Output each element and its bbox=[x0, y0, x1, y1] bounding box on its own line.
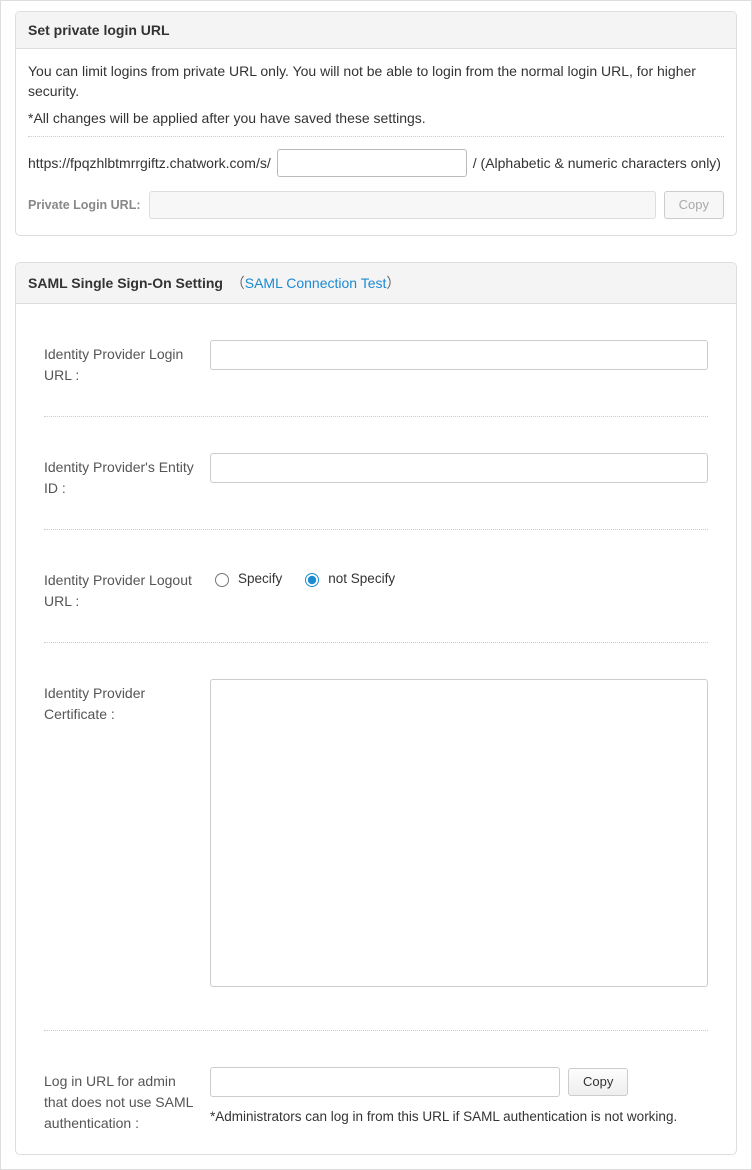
divider bbox=[28, 136, 724, 137]
private-login-url-output bbox=[149, 191, 656, 219]
admin-login-note: *Administrators can log in from this URL… bbox=[210, 1107, 708, 1127]
idp-logout-url-label: Identity Provider Logout URL : bbox=[44, 566, 194, 612]
private-login-url-panel: Set private login URL You can limit logi… bbox=[15, 11, 737, 236]
not-specify-radio-label[interactable]: not Specify bbox=[300, 570, 395, 587]
idp-certificate-label: Identity Provider Certificate : bbox=[44, 679, 194, 725]
idp-login-url-input[interactable] bbox=[210, 340, 708, 370]
logout-url-radio-group: Specify not Specify bbox=[210, 566, 708, 587]
close-paren: ） bbox=[386, 275, 400, 291]
open-paren: （ bbox=[231, 275, 245, 291]
admin-url-input-row: Copy bbox=[210, 1067, 708, 1097]
private-login-description: You can limit logins from private URL on… bbox=[28, 61, 724, 102]
copy-admin-url-button[interactable]: Copy bbox=[568, 1068, 628, 1096]
idp-entity-id-label: Identity Provider's Entity ID : bbox=[44, 453, 194, 499]
saml-connection-test-link[interactable]: SAML Connection Test bbox=[245, 275, 387, 291]
private-login-url-label: Private Login URL: bbox=[28, 198, 141, 212]
copy-private-url-button: Copy bbox=[664, 191, 724, 219]
idp-logout-url-row: Identity Provider Logout URL : Specify n… bbox=[44, 558, 708, 643]
admin-login-url-input[interactable] bbox=[210, 1067, 560, 1097]
url-slug-row: https://fpqzhlbtmrrgiftz.chatwork.com/s/… bbox=[28, 149, 724, 177]
not-specify-radio[interactable] bbox=[305, 573, 319, 587]
idp-login-url-row: Identity Provider Login URL : bbox=[44, 332, 708, 417]
idp-entity-id-row: Identity Provider's Entity ID : bbox=[44, 445, 708, 530]
url-slug-input[interactable] bbox=[277, 149, 467, 177]
admin-login-url-label: Log in URL for admin that does not use S… bbox=[44, 1067, 194, 1134]
private-login-url-title: Set private login URL bbox=[16, 12, 736, 49]
specify-text: Specify bbox=[238, 571, 282, 586]
saml-sso-title: SAML Single Sign-On Setting bbox=[28, 275, 223, 291]
saml-sso-header: SAML Single Sign-On Setting （SAML Connec… bbox=[16, 263, 736, 304]
not-specify-text: not Specify bbox=[328, 571, 395, 586]
specify-radio[interactable] bbox=[215, 573, 229, 587]
admin-login-url-row: Log in URL for admin that does not use S… bbox=[44, 1059, 708, 1144]
idp-login-url-label: Identity Provider Login URL : bbox=[44, 340, 194, 386]
saml-sso-panel: SAML Single Sign-On Setting （SAML Connec… bbox=[15, 262, 737, 1155]
url-prefix-text: https://fpqzhlbtmrrgiftz.chatwork.com/s/ bbox=[28, 155, 271, 171]
idp-certificate-row: Identity Provider Certificate : bbox=[44, 671, 708, 1031]
idp-entity-id-input[interactable] bbox=[210, 453, 708, 483]
idp-certificate-textarea[interactable] bbox=[210, 679, 708, 987]
private-login-url-row: Private Login URL: Copy bbox=[28, 191, 724, 219]
url-suffix-text: / (Alphabetic & numeric characters only) bbox=[473, 155, 721, 171]
specify-radio-label[interactable]: Specify bbox=[210, 570, 282, 587]
private-login-note: *All changes will be applied after you h… bbox=[28, 110, 724, 126]
